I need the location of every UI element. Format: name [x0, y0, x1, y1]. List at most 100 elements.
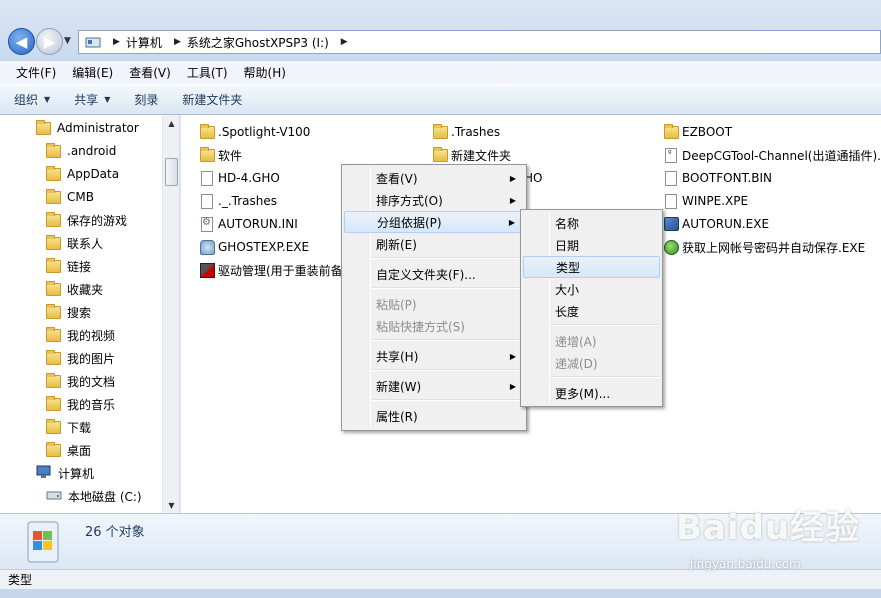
file-item[interactable]: .Trashes — [432, 122, 500, 142]
nav-item-videos[interactable]: 我的视频 — [46, 325, 115, 345]
new-folder-button[interactable]: 新建文件夹 — [182, 91, 242, 108]
chevron-right-icon[interactable]: ▶ — [341, 37, 348, 47]
share-button[interactable]: 共享 ▼ — [74, 91, 110, 108]
driver-tool-icon — [199, 262, 215, 278]
file-item[interactable]: AUTORUN.INI — [199, 214, 298, 234]
nav-item-links[interactable]: 链接 — [46, 256, 91, 276]
menu-edit[interactable]: 编辑(E) — [64, 64, 121, 81]
address-bar[interactable]: ▶ 计算机 ▶ 系统之家GhostXPSP3 (I:) ▶ — [78, 30, 881, 54]
folder-icon — [46, 165, 61, 181]
chevron-right-icon[interactable]: ▶ — [113, 37, 120, 47]
file-item[interactable]: DeepCGTool-Channel(出道通插件)... — [663, 145, 881, 165]
sub-name[interactable]: 名称 — [523, 212, 660, 234]
ctx-group-by[interactable]: 分组依据(P) ▶ — [344, 211, 524, 233]
nav-item-cmb[interactable]: CMB — [46, 187, 94, 207]
recent-pages-dropdown-icon[interactable]: ▼ — [64, 36, 71, 46]
sub-descending[interactable]: 递减(D) — [523, 352, 660, 374]
ctx-share[interactable]: 共享(H) ▶ — [344, 345, 524, 367]
chevron-down-icon: ▼ — [44, 95, 51, 104]
scroll-thumb[interactable] — [165, 158, 178, 186]
organize-button[interactable]: 组织 ▼ — [14, 91, 50, 108]
user-folder-icon — [36, 119, 51, 135]
ctx-customize-folder[interactable]: 自定义文件夹(F)... — [344, 263, 524, 285]
file-icon — [665, 170, 677, 186]
sub-more[interactable]: 更多(M)... — [523, 382, 660, 404]
nav-item-pictures[interactable]: 我的图片 — [46, 348, 115, 368]
group-by-submenu: 名称 日期 类型 大小 长度 递增(A) 递减(D) 更多(M)... — [520, 209, 663, 407]
file-item[interactable]: 驱动管理(用于重装前备 — [199, 260, 343, 280]
nav-item-searches[interactable]: 搜索 — [46, 302, 91, 322]
ctx-properties[interactable]: 属性(R) — [344, 405, 524, 427]
nav-label: 联系人 — [67, 236, 104, 251]
links-folder-icon — [46, 257, 61, 273]
folder-icon — [199, 146, 215, 162]
file-item[interactable]: 获取上网帐号密码并自动保存.EXE — [663, 237, 865, 257]
scroll-down-icon[interactable]: ▼ — [163, 497, 179, 513]
menu-view[interactable]: 查看(V) — [121, 64, 179, 81]
context-menu: 查看(V) ▶ 排序方式(O) ▶ 分组依据(P) ▶ 刷新(E) 自定义文件夹(F)… — [341, 164, 527, 431]
file-item[interactable]: ._.Trashes — [199, 191, 277, 211]
ctx-view[interactable]: 查看(V) ▶ — [344, 167, 524, 189]
ctx-label: 查看(V) — [376, 171, 418, 186]
file-item[interactable]: GHOSTEXP.EXE — [199, 237, 309, 257]
drive-large-icon — [26, 520, 60, 564]
nav-label: 保存的游戏 — [67, 213, 128, 228]
nav-item-android[interactable]: .android — [46, 141, 116, 161]
forward-arrow-icon: ▶ — [43, 32, 56, 51]
sub-length[interactable]: 长度 — [523, 300, 660, 322]
menu-help[interactable]: 帮助(H) — [236, 64, 294, 81]
file-item[interactable]: 新建文件夹 — [432, 145, 511, 165]
menu-file[interactable]: 文件(F) — [8, 64, 64, 81]
nav-label: 我的图片 — [67, 351, 116, 366]
file-item[interactable]: EZBOOT — [663, 122, 732, 142]
sub-date[interactable]: 日期 — [523, 234, 660, 256]
file-item[interactable]: AUTORUN.EXE — [663, 214, 769, 234]
nav-item-computer[interactable]: 计算机 — [36, 463, 94, 483]
nav-item-appdata[interactable]: AppData — [46, 164, 119, 184]
nav-item-music[interactable]: 我的音乐 — [46, 394, 115, 414]
nav-item-saved-games[interactable]: 保存的游戏 — [46, 210, 127, 230]
organize-label: 组织 — [14, 93, 39, 107]
file-item[interactable]: 软件 — [199, 145, 242, 165]
sub-size[interactable]: 大小 — [523, 278, 660, 300]
submenu-arrow-icon: ▶ — [509, 351, 516, 361]
nav-item-desktop[interactable]: 桌面 — [46, 440, 91, 460]
nav-label: AppData — [67, 167, 120, 181]
file-item[interactable]: WINPE.XPE — [663, 191, 748, 211]
file-item[interactable]: HD-4.GHO — [199, 168, 280, 188]
nav-item-contacts[interactable]: 联系人 — [46, 233, 103, 253]
scroll-up-icon[interactable]: ▲ — [163, 115, 179, 131]
file-item[interactable]: BOOTFONT.BIN — [663, 168, 772, 188]
ctx-paste[interactable]: 粘贴(P) — [344, 293, 524, 315]
nav-item-downloads[interactable]: 下载 — [46, 417, 91, 437]
ctx-label: 刷新(E) — [376, 237, 417, 252]
music-folder-icon — [46, 395, 61, 411]
breadcrumb-drive[interactable]: 系统之家GhostXPSP3 (I:) — [187, 34, 329, 51]
ctx-paste-shortcut[interactable]: 粘贴快捷方式(S) — [344, 315, 524, 337]
desktop-folder-icon — [46, 441, 61, 457]
menu-tools[interactable]: 工具(T) — [179, 64, 236, 81]
ctx-new[interactable]: 新建(W) ▶ — [344, 375, 524, 397]
file-name: 软件 — [218, 148, 243, 163]
ctx-refresh[interactable]: 刷新(E) — [344, 233, 524, 255]
file-name: GHOSTEXP.EXE — [218, 240, 310, 254]
folder-icon — [46, 142, 61, 158]
ctx-label: 属性(R) — [376, 409, 418, 424]
sub-ascending[interactable]: 递增(A) — [523, 330, 660, 352]
navigation-pane: Administrator .android AppData CMB 保存的游戏… — [0, 115, 180, 513]
chevron-right-icon[interactable]: ▶ — [174, 37, 181, 47]
back-button[interactable]: ◀ — [8, 28, 35, 55]
ctx-sort-by[interactable]: 排序方式(O) ▶ — [344, 189, 524, 211]
nav-label: 我的视频 — [67, 328, 116, 343]
nav-item-documents[interactable]: 我的文档 — [46, 371, 115, 391]
breadcrumb-computer[interactable]: 计算机 — [126, 34, 162, 51]
burn-button[interactable]: 刻录 — [134, 91, 158, 108]
sub-type[interactable]: 类型 — [523, 256, 660, 278]
nav-item-local-disk-c[interactable]: 本地磁盘 (C:) — [46, 486, 142, 506]
forward-button[interactable]: ▶ — [36, 28, 63, 55]
file-name: DeepCGTool-Channel(出道通插件)... — [682, 148, 881, 163]
nav-item-administrator[interactable]: Administrator — [36, 118, 139, 138]
nav-scrollbar[interactable]: ▲ ▼ — [162, 115, 179, 513]
nav-item-favorites[interactable]: 收藏夹 — [46, 279, 103, 299]
file-item[interactable]: .Spotlight-V100 — [199, 122, 310, 142]
